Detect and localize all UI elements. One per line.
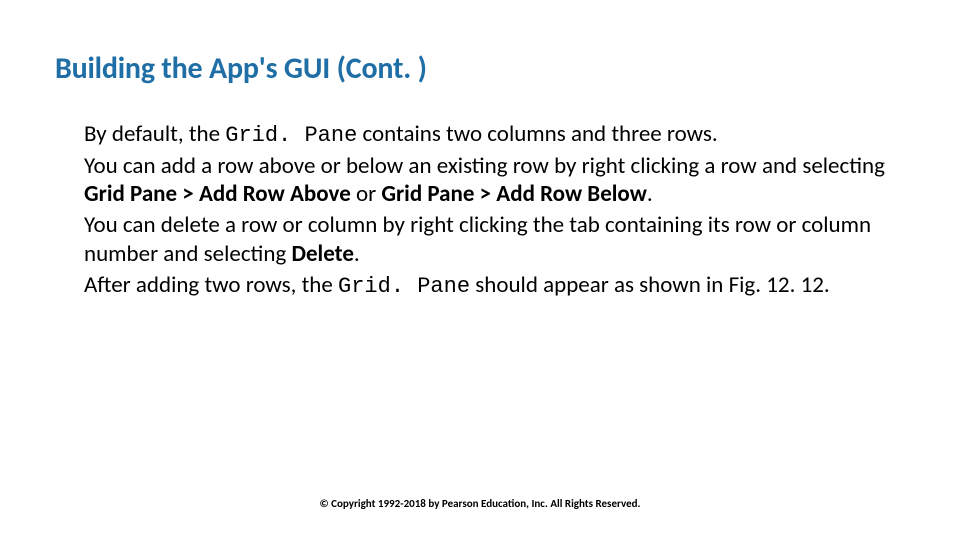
list-item: By default, the Grid. Pane contains two … — [66, 120, 894, 150]
text-run: . — [647, 180, 653, 208]
footer-copyright: © Copyright 1992-2018 by Pearson Educati… — [0, 497, 960, 510]
code-run: Grid. Pane — [225, 123, 357, 148]
list-item-text: You can add a row above or below an exis… — [84, 152, 894, 210]
list-item: You can add a row above or below an exis… — [66, 152, 894, 210]
list-item-text: You can delete a row or column by right … — [84, 211, 894, 269]
bold-run: Grid Pane > Add Row Below — [381, 180, 647, 208]
text-run: or — [351, 180, 382, 208]
slide-body: By default, the Grid. Pane contains two … — [66, 120, 894, 302]
slide: Building the App's GUI (Cont. ) By defau… — [0, 0, 960, 540]
text-run: After adding two rows, the — [84, 271, 338, 299]
bold-run: Grid Pane > Add Row Above — [84, 180, 351, 208]
bold-run: Delete — [291, 240, 353, 268]
text-run: You can delete a row or column by right … — [84, 211, 871, 268]
list-item-text: By default, the Grid. Pane contains two … — [84, 120, 894, 150]
list-item: After adding two rows, the Grid. Pane sh… — [66, 271, 894, 301]
list-item: You can delete a row or column by right … — [66, 211, 894, 269]
slide-title: Building the App's GUI (Cont. ) — [55, 50, 905, 87]
text-run: should appear as shown in Fig. 12. 12. — [470, 271, 830, 299]
text-run: . — [354, 240, 360, 268]
text-run: By default, the — [84, 120, 225, 148]
text-run: contains two columns and three rows. — [357, 120, 717, 148]
code-run: Grid. Pane — [338, 274, 470, 299]
text-run: You can add a row above or below an exis… — [84, 152, 885, 180]
list-item-text: After adding two rows, the Grid. Pane sh… — [84, 271, 894, 301]
